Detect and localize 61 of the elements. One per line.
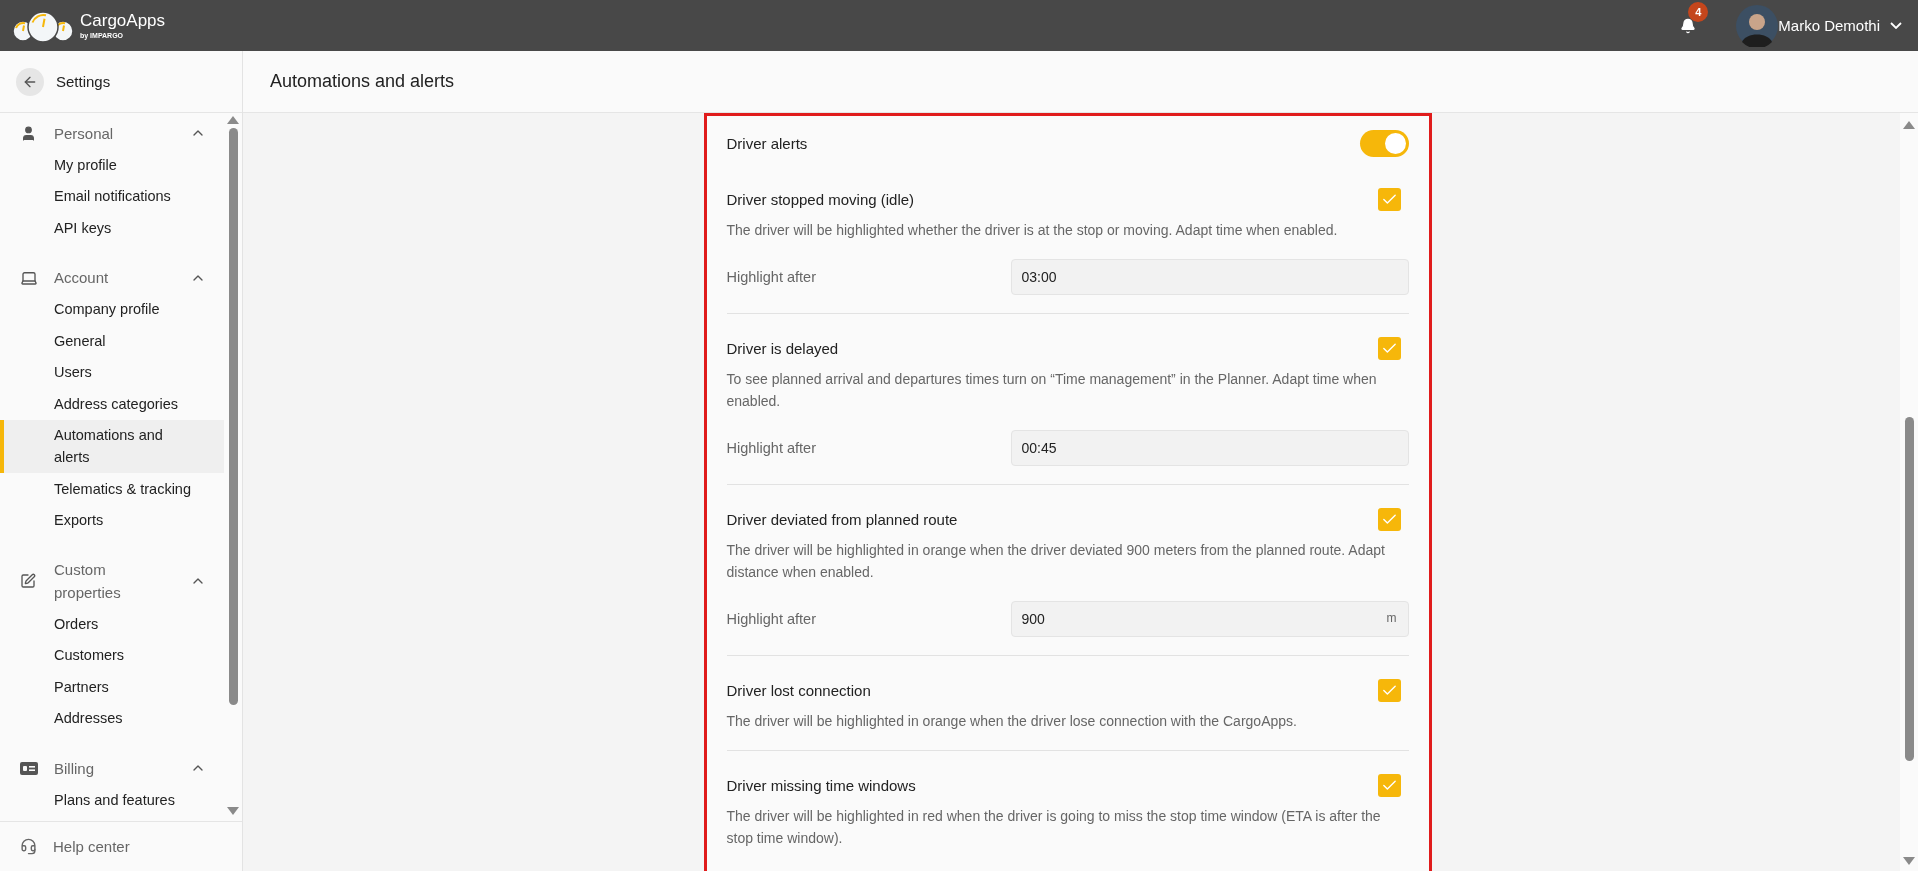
sidebar-item[interactable]: Telematics & tracking [0,473,224,505]
scroll-down-icon[interactable] [1903,857,1915,865]
logo-name: CargoApps [80,12,166,29]
checkbox[interactable] [1377,336,1401,360]
input-field[interactable]: 03:00 [1010,259,1409,295]
settings-title: Settings [56,73,111,90]
section-title[interactable]: Billing [54,756,172,780]
section-title[interactable]: Custom properties [54,558,172,604]
sidebar-item[interactable]: Company profile [0,293,224,325]
sidebar-item[interactable]: Address categories [0,388,224,420]
notifications-icon[interactable] [1680,17,1697,34]
sidebar-item[interactable]: General [0,325,224,357]
rule-title: Driver missing time windows [726,776,916,794]
page-title: Automations and alerts [270,71,455,92]
help-center-link[interactable]: Help center [20,838,130,855]
scrollbar-thumb[interactable] [1904,417,1914,761]
sidebar-item[interactable]: Partners [0,671,224,703]
checkbox[interactable] [1377,187,1401,211]
section-title: Driver alerts [726,135,808,152]
rule-title: Driver lost connection [726,681,871,699]
rule-title: Driver is delayed [726,339,839,357]
sidebar-item[interactable]: Addresses [0,702,224,734]
sidebar-item[interactable]: API keys [0,212,224,244]
field-label: Highlight after [726,611,817,627]
sidebar-item[interactable]: Email notifications [0,180,224,212]
notification-count: 4 [1688,1,1709,22]
scroll-down-icon[interactable] [227,807,239,815]
sidebar-item[interactable]: Plans and features [0,784,224,816]
section-title[interactable]: Account [54,266,172,289]
field-label: Highlight after [726,440,817,456]
sidebar-item[interactable]: Customers [0,639,224,671]
headset-icon [20,838,37,855]
user-menu[interactable]: Marko Demothi [1778,17,1902,34]
field-label: Highlight after [726,269,817,285]
unit-label: m [1386,611,1397,625]
rule-title: Driver stopped moving (idle) [726,190,915,208]
person-icon [20,124,37,142]
section-title[interactable]: Personal [54,121,172,145]
caret-icon [1890,22,1902,29]
checkbox[interactable] [1377,507,1401,531]
rule-description: To see planned arrival and departures times turn on “Time management” in the Planner. Adapt time when enabled. [726,370,1378,411]
sidebar-item[interactable]: Automations and alerts [0,419,224,473]
scroll-up-icon[interactable] [1903,121,1915,129]
sidebar-item[interactable]: Exports [0,504,224,536]
rule-title: Driver deviated from planned route [726,510,958,528]
input-field[interactable]: 00:45 [1010,430,1409,466]
rule-description: The driver will be highlighted in orange when the driver lose connection with the CargoApps. [726,712,1298,731]
edit-icon [20,573,36,589]
toggle-switch[interactable] [1359,130,1409,157]
checkbox[interactable] [1377,678,1401,702]
sidebar-item[interactable]: Users [0,356,224,388]
card-icon [20,761,38,775]
avatar [1736,4,1779,47]
checkbox[interactable] [1377,773,1401,797]
sidebar-item[interactable]: My profile [0,149,224,181]
rule-description: The driver will be highlighted whether the driver is at the stop or moving. Adapt time when enabled. [726,221,1339,240]
sidebar-item[interactable]: Orders [0,608,224,640]
back-button[interactable] [16,67,44,96]
rule-description: The driver will be highlighted in orange when the driver deviated 900 meters from the planned route. Adapt distance when enabled. [726,541,1386,582]
rule-description: The driver will be highlighted in red when the driver is going to miss the stop time window (ETA is after the stop time window). [726,807,1382,848]
scrollbar-thumb[interactable] [228,128,238,705]
